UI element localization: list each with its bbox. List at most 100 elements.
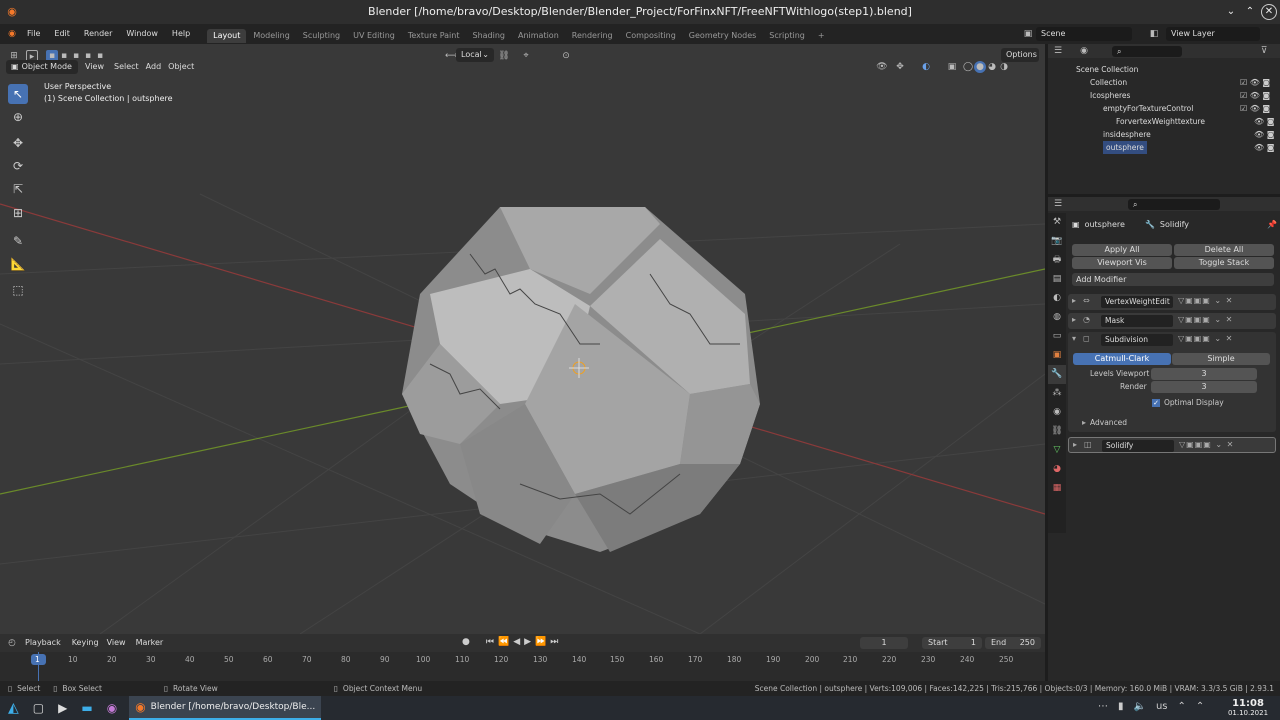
world-tab-icon[interactable]: ◍ <box>1048 308 1066 327</box>
filter-icon[interactable]: ⊽ <box>1258 45 1270 57</box>
jump-end-icon[interactable]: ⏭ <box>550 637 558 647</box>
timeline-menu-view[interactable]: View <box>103 634 130 652</box>
checkbox-checked-icon[interactable]: ✓ <box>1152 398 1160 407</box>
close-icon[interactable]: ✕ <box>1261 4 1277 20</box>
modifier-toggles-icon[interactable]: ▽▣▣▣ ⌄ ✕ <box>1178 334 1233 343</box>
display-mode-icon[interactable]: ◉ <box>1078 45 1090 57</box>
rotate-tool-icon[interactable]: ⟳ <box>8 156 28 176</box>
modifier-name-field[interactable]: Subdivision <box>1101 334 1173 346</box>
add-workspace-icon[interactable]: + <box>812 29 831 43</box>
modifier-toggles-icon[interactable]: ▽▣▣▣ ⌄ ✕ <box>1178 315 1233 324</box>
taskbar-blender-window[interactable]: ◉ Blender [/home/bravo/Desktop/Ble... <box>129 696 322 720</box>
add-cube-tool-icon[interactable]: ⬚ <box>8 280 28 300</box>
modifier-name-field[interactable]: Solidify <box>1102 440 1174 452</box>
volume-icon[interactable]: 🔈 <box>1134 701 1146 712</box>
xray-icon[interactable]: ▣ <box>946 61 958 73</box>
add-modifier-dropdown[interactable]: Add Modifier <box>1072 273 1274 286</box>
advanced-subpanel[interactable]: ▸ Advanced <box>1082 418 1127 427</box>
tray-expand-icon[interactable]: ⌃ <box>1196 701 1204 712</box>
next-keyframe-icon[interactable]: ⏩ <box>535 637 546 647</box>
modifier-toggles-icon[interactable]: ▽▣▣▣ ⌄ ✕ <box>1178 296 1233 305</box>
tab-rendering[interactable]: Rendering <box>566 29 619 43</box>
measure-tool-icon[interactable]: 📐 <box>8 254 28 274</box>
visibility-checkbox-icon[interactable]: ☑ 👁 ◙ <box>1240 89 1274 102</box>
properties-search-input[interactable]: ⌕ <box>1128 198 1220 210</box>
viewport-vis-button[interactable]: Viewport Vis <box>1072 257 1172 269</box>
constraints-tab-icon[interactable]: ⛓ <box>1048 422 1066 441</box>
transform-tool-icon[interactable]: ⊞ <box>8 203 28 223</box>
texture-tab-icon[interactable]: ▦ <box>1048 479 1066 498</box>
show-desktop-icon[interactable]: ▢ <box>33 701 44 715</box>
annotate-tool-icon[interactable]: ✎ <box>8 231 28 251</box>
modifier-vertexweightedit[interactable]: ▸ ⇔ VertexWeightEdit ▽▣▣▣ ⌄ ✕ <box>1068 294 1276 310</box>
levels-viewport-field[interactable]: 3 <box>1151 368 1257 380</box>
viewport-3d[interactable]: ⊞ ▸ ▪ ▪ ▪ ▪ ▪ ⟷ Local ⌄ ⛓ ⌖ ⊙ Options ▣ Ob… <box>0 44 1045 634</box>
visibility-eye-icon[interactable]: 👁 ◙ <box>1254 128 1274 141</box>
outliner-search-input[interactable]: ⌕ <box>1112 45 1182 57</box>
modifier-name-field[interactable]: Mask <box>1101 315 1173 327</box>
scene-field[interactable]: Scene <box>1036 27 1132 41</box>
end-frame-field[interactable]: End 250 <box>985 637 1041 649</box>
tab-geometry-nodes[interactable]: Geometry Nodes <box>683 29 762 43</box>
shading-rendered-icon[interactable]: ◑ <box>998 61 1010 73</box>
tab-modeling[interactable]: Modeling <box>247 29 295 43</box>
outsphere-mesh[interactable] <box>402 207 760 552</box>
minimize-icon[interactable]: ⌄ <box>1223 4 1239 20</box>
object-mode-dropdown[interactable]: ▣ Object Mode <box>6 60 78 74</box>
modifier-mask[interactable]: ▸ ◔ Mask ▽▣▣▣ ⌄ ✕ <box>1068 313 1276 329</box>
menu-help[interactable]: Help <box>165 24 197 44</box>
viewport-menu-select[interactable]: Select <box>111 60 142 74</box>
shading-material-icon[interactable]: ◕ <box>986 61 998 73</box>
play-icon[interactable]: ▶ <box>524 637 531 647</box>
visibility-checkbox-icon[interactable]: ☑ 👁 ◙ <box>1240 76 1274 89</box>
physics-tab-icon[interactable]: ◉ <box>1048 403 1066 422</box>
start-frame-field[interactable]: Start 1 <box>922 637 982 649</box>
tab-shading[interactable]: Shading <box>466 29 511 43</box>
timeline-menu-keying[interactable]: Keying <box>68 634 103 652</box>
app-launcher-icon[interactable]: ◭ <box>8 700 19 716</box>
overlay-icon[interactable]: ◐ <box>920 61 932 73</box>
expand-arrow-icon[interactable]: ▸ <box>1072 296 1076 305</box>
tool-tab-icon[interactable]: ⚒ <box>1048 213 1066 232</box>
outliner-item-empty[interactable]: emptyForTextureControl <box>1103 102 1193 115</box>
tab-compositing[interactable]: Compositing <box>620 29 682 43</box>
shading-wireframe-icon[interactable]: ◯ <box>962 61 974 73</box>
visibility-icon[interactable]: 👁 <box>876 61 888 73</box>
outliner-item-insidesphere[interactable]: insidesphere <box>1103 128 1151 141</box>
clock[interactable]: 11:08 01.10.2021 <box>1222 698 1274 717</box>
scale-tool-icon[interactable]: ⇱ <box>8 179 28 199</box>
expand-arrow-icon[interactable]: ▸ <box>1072 315 1076 324</box>
menu-file[interactable]: File <box>20 24 47 44</box>
maximize-icon[interactable]: ⌃ <box>1242 4 1258 20</box>
simple-button[interactable]: Simple <box>1172 353 1270 365</box>
tab-uv-editing[interactable]: UV Editing <box>347 29 401 43</box>
viewport-menu-object[interactable]: Object <box>165 60 197 74</box>
properties-editor-icon[interactable]: ☰ <box>1052 198 1064 210</box>
outliner-item-collection[interactable]: Collection <box>1090 76 1127 89</box>
outliner-editor-icon[interactable]: ☰ <box>1052 45 1064 57</box>
record-icon[interactable]: ● <box>462 637 470 647</box>
move-tool-icon[interactable]: ✥ <box>8 133 28 153</box>
visibility-eye-icon[interactable]: 👁 ◙ <box>1254 141 1274 154</box>
terminal-icon[interactable]: ▶ <box>58 701 67 715</box>
modifier-solidify[interactable]: ▸ ◫ Solidify ▽▣▣▣ ⌄ ✕ <box>1068 437 1276 453</box>
browser-icon[interactable]: ◉ <box>107 701 117 715</box>
file-manager-icon[interactable]: ▬ <box>81 701 92 715</box>
blender-menu-icon[interactable]: ◉ <box>6 28 18 40</box>
tab-sculpting[interactable]: Sculpting <box>297 29 346 43</box>
outliner-item-icospheres[interactable]: Icospheres <box>1090 89 1130 102</box>
prev-keyframe-icon[interactable]: ⏪ <box>498 637 509 647</box>
menu-render[interactable]: Render <box>77 24 119 44</box>
visibility-eye-icon[interactable]: 👁 ◙ <box>1254 115 1274 128</box>
scene-tab-icon[interactable]: ◐ <box>1048 289 1066 308</box>
viewport-menu-view[interactable]: View <box>78 60 111 74</box>
keyboard-layout[interactable]: us <box>1156 701 1168 712</box>
shading-solid-icon[interactable]: ● <box>974 61 986 73</box>
catmull-clark-button[interactable]: Catmull-Clark <box>1073 353 1171 365</box>
particles-tab-icon[interactable]: ⁂ <box>1048 384 1066 403</box>
modifier-tab-icon[interactable]: 🔧 <box>1048 365 1066 384</box>
menu-window[interactable]: Window <box>119 24 165 44</box>
timeline-menu-playback[interactable]: Playback <box>18 634 68 652</box>
tab-animation[interactable]: Animation <box>512 29 565 43</box>
modifier-name-field[interactable]: VertexWeightEdit <box>1101 296 1173 308</box>
